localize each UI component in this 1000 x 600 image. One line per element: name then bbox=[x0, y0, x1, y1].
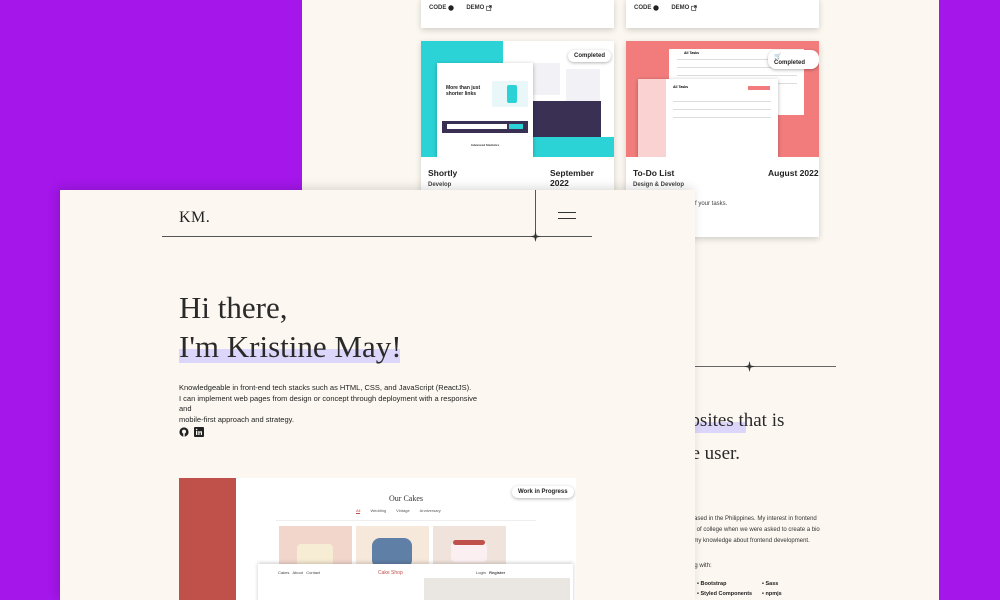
project-role: Design & Develop bbox=[633, 182, 685, 188]
project-card-top-left: CODE DEMO bbox=[421, 0, 614, 28]
demo-link[interactable]: DEMO bbox=[466, 5, 493, 11]
external-link-icon bbox=[691, 5, 698, 11]
github-icon bbox=[448, 5, 455, 11]
project-title: To-Do List bbox=[633, 168, 675, 178]
menu-icon[interactable] bbox=[558, 212, 576, 220]
project-date: August 2022 bbox=[768, 168, 819, 178]
about-heading-line1: ebsites that is bbox=[682, 410, 785, 431]
project-title: Shortly bbox=[428, 168, 458, 178]
project-role: Develop bbox=[428, 182, 452, 188]
status-badge: Completed bbox=[568, 50, 612, 62]
code-link[interactable]: CODE bbox=[429, 5, 455, 11]
hero-name: I'm Kristine May! bbox=[179, 329, 402, 364]
skills-list-1: • Bootstrap • Styled Components bbox=[697, 581, 753, 597]
nav-divider-vertical bbox=[535, 190, 536, 237]
project-date: September 2022 bbox=[550, 168, 594, 188]
nav-divider bbox=[162, 236, 592, 237]
linkedin-icon[interactable] bbox=[194, 424, 204, 437]
github-icon[interactable] bbox=[179, 424, 189, 437]
external-link-icon bbox=[486, 5, 493, 11]
status-badge: Work in Progress bbox=[512, 486, 574, 498]
status-badge: 🛒 Completed bbox=[768, 50, 819, 69]
social-links bbox=[179, 424, 204, 437]
code-link[interactable]: CODE bbox=[634, 5, 660, 11]
sparkle-icon bbox=[530, 231, 541, 242]
project-card-top-right: CODE DEMO bbox=[626, 0, 819, 28]
hero-greeting: Hi there, bbox=[179, 290, 288, 325]
site-logo[interactable]: KM. bbox=[179, 209, 210, 227]
hero-bio: Knowledgeable in front-end tech stacks s… bbox=[179, 383, 478, 424]
front-page: KM. Hi there, I'm Kristine May! Knowledg… bbox=[60, 190, 695, 600]
section-divider bbox=[695, 366, 836, 367]
skills-list-2: • Sass • npmjs bbox=[762, 581, 782, 597]
about-text: oper based in the Philippines. My intere… bbox=[677, 516, 820, 544]
demo-link[interactable]: DEMO bbox=[671, 5, 698, 11]
sparkle-icon bbox=[744, 361, 755, 372]
github-icon bbox=[653, 5, 660, 11]
featured-project-preview[interactable]: Our Cakes All Wedding Vintage Anniversar… bbox=[179, 478, 576, 600]
